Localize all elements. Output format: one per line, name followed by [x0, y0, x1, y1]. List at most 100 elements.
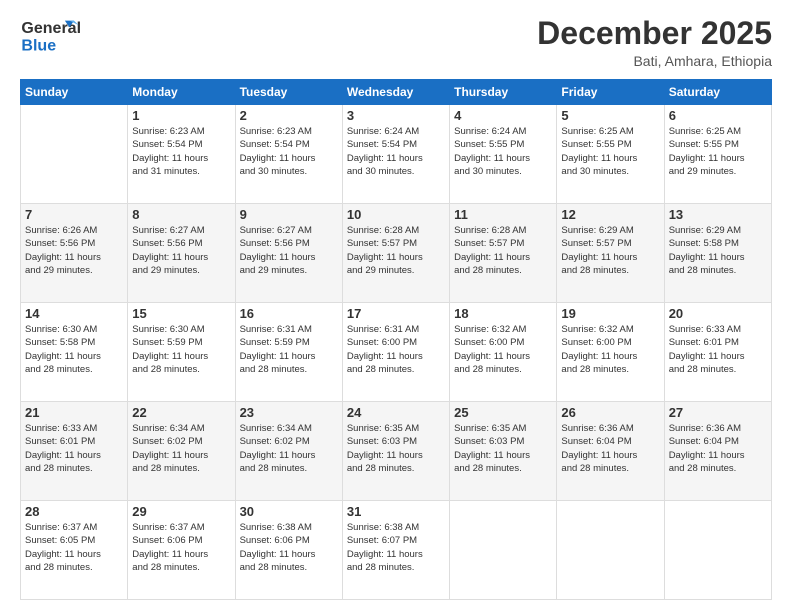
cell-w4-d5: 25 Sunrise: 6:35 AMSunset: 6:03 PMDayligh…: [450, 402, 557, 501]
cell-w5-d5: [450, 501, 557, 600]
day-number-19: 19: [561, 306, 659, 321]
cell-w5-d1: 28 Sunrise: 6:37 AMSunset: 6:05 PMDayligh…: [21, 501, 128, 600]
day-number-3: 3: [347, 108, 445, 123]
day-info-1: Sunrise: 6:23 AMSunset: 5:54 PMDaylight:…: [132, 125, 230, 178]
day-info-22: Sunrise: 6:34 AMSunset: 6:02 PMDaylight:…: [132, 422, 230, 475]
cell-w2-d6: 12Sunrise: 6:29 AMSunset: 5:57 PMDayligh…: [557, 204, 664, 303]
day-number-16: 16: [240, 306, 338, 321]
calendar-header-row: Sunday Monday Tuesday Wednesday Thursday…: [21, 80, 772, 105]
day-info-7: Sunrise: 6:26 AMSunset: 5:56 PMDaylight:…: [25, 224, 123, 277]
day-info-10: Sunrise: 6:28 AMSunset: 5:57 PMDaylight:…: [347, 224, 445, 277]
day-info-24: Sunrise: 6:35 AMSunset: 6:03 PMDaylight:…: [347, 422, 445, 475]
logo: GeneralBlue: [20, 16, 80, 56]
cell-w5-d6: [557, 501, 664, 600]
day-info-19: Sunrise: 6:32 AMSunset: 6:00 PMDaylight:…: [561, 323, 659, 376]
cell-w3-d7: 20 Sunrise: 6:33 AMSunset: 6:01 PMDayligh…: [664, 303, 771, 402]
day-number-30: 30: [240, 504, 338, 519]
calendar-table: Sunday Monday Tuesday Wednesday Thursday…: [20, 79, 772, 600]
day-info-21: Sunrise: 6:33 AMSunset: 6:01 PMDaylight:…: [25, 422, 123, 475]
cell-w4-d2: 22 Sunrise: 6:34 AMSunset: 6:02 PMDayligh…: [128, 402, 235, 501]
col-sunday: Sunday: [21, 80, 128, 105]
day-info-6: Sunrise: 6:25 AMSunset: 5:55 PMDaylight:…: [669, 125, 767, 178]
day-number-7: 7: [25, 207, 123, 222]
day-number-20: 20: [669, 306, 767, 321]
day-info-23: Sunrise: 6:34 AMSunset: 6:02 PMDaylight:…: [240, 422, 338, 475]
col-friday: Friday: [557, 80, 664, 105]
cell-w1-d3: 2 Sunrise: 6:23 AMSunset: 5:54 PMDaylight…: [235, 105, 342, 204]
day-info-25: Sunrise: 6:35 AMSunset: 6:03 PMDaylight:…: [454, 422, 552, 475]
week-row-1: 1Sunrise: 6:23 AMSunset: 5:54 PMDaylight…: [21, 105, 772, 204]
cell-w1-d5: 4 Sunrise: 6:24 AMSunset: 5:55 PMDaylight…: [450, 105, 557, 204]
cell-w3-d1: 14 Sunrise: 6:30 AMSunset: 5:58 PMDayligh…: [21, 303, 128, 402]
day-number-9: 9: [240, 207, 338, 222]
col-wednesday: Wednesday: [342, 80, 449, 105]
day-info-9: Sunrise: 6:27 AMSunset: 5:56 PMDaylight:…: [240, 224, 338, 277]
day-info-14: Sunrise: 6:30 AMSunset: 5:58 PMDaylight:…: [25, 323, 123, 376]
day-number-31: 31: [347, 504, 445, 519]
cell-w5-d2: 29Sunrise: 6:37 AMSunset: 6:06 PMDayligh…: [128, 501, 235, 600]
day-number-4: 4: [454, 108, 552, 123]
week-row-2: 7 Sunrise: 6:26 AMSunset: 5:56 PMDaylight…: [21, 204, 772, 303]
day-info-20: Sunrise: 6:33 AMSunset: 6:01 PMDaylight:…: [669, 323, 767, 376]
cell-w1-d1: [21, 105, 128, 204]
header: GeneralBlue December 2025 Bati, Amhara, …: [20, 16, 772, 69]
day-number-23: 23: [240, 405, 338, 420]
cell-w5-d3: 30 Sunrise: 6:38 AMSunset: 6:06 PMDayligh…: [235, 501, 342, 600]
day-number-28: 28: [25, 504, 123, 519]
cell-w2-d4: 10 Sunrise: 6:28 AMSunset: 5:57 PMDayligh…: [342, 204, 449, 303]
day-number-17: 17: [347, 306, 445, 321]
day-number-22: 22: [132, 405, 230, 420]
day-number-10: 10: [347, 207, 445, 222]
cell-w4-d3: 23 Sunrise: 6:34 AMSunset: 6:02 PMDayligh…: [235, 402, 342, 501]
cell-w2-d5: 11 Sunrise: 6:28 AMSunset: 5:57 PMDayligh…: [450, 204, 557, 303]
day-info-3: Sunrise: 6:24 AMSunset: 5:54 PMDaylight:…: [347, 125, 445, 178]
day-number-6: 6: [669, 108, 767, 123]
day-info-28: Sunrise: 6:37 AMSunset: 6:05 PMDaylight:…: [25, 521, 123, 574]
day-info-16: Sunrise: 6:31 AMSunset: 5:59 PMDaylight:…: [240, 323, 338, 376]
cell-w5-d4: 31Sunrise: 6:38 AMSunset: 6:07 PMDayligh…: [342, 501, 449, 600]
cell-w4-d4: 24 Sunrise: 6:35 AMSunset: 6:03 PMDayligh…: [342, 402, 449, 501]
title-block: December 2025 Bati, Amhara, Ethiopia: [537, 16, 772, 69]
day-info-27: Sunrise: 6:36 AMSunset: 6:04 PMDaylight:…: [669, 422, 767, 475]
week-row-3: 14 Sunrise: 6:30 AMSunset: 5:58 PMDayligh…: [21, 303, 772, 402]
cell-w5-d7: [664, 501, 771, 600]
day-number-21: 21: [25, 405, 123, 420]
day-number-13: 13: [669, 207, 767, 222]
col-monday: Monday: [128, 80, 235, 105]
week-row-5: 28 Sunrise: 6:37 AMSunset: 6:05 PMDayligh…: [21, 501, 772, 600]
day-info-11: Sunrise: 6:28 AMSunset: 5:57 PMDaylight:…: [454, 224, 552, 277]
day-number-2: 2: [240, 108, 338, 123]
day-number-8: 8: [132, 207, 230, 222]
cell-w2-d2: 8 Sunrise: 6:27 AMSunset: 5:56 PMDaylight…: [128, 204, 235, 303]
cell-w3-d5: 18 Sunrise: 6:32 AMSunset: 6:00 PMDayligh…: [450, 303, 557, 402]
cell-w3-d2: 15 Sunrise: 6:30 AMSunset: 5:59 PMDayligh…: [128, 303, 235, 402]
day-number-5: 5: [561, 108, 659, 123]
cell-w4-d6: 26Sunrise: 6:36 AMSunset: 6:04 PMDayligh…: [557, 402, 664, 501]
day-number-24: 24: [347, 405, 445, 420]
day-info-8: Sunrise: 6:27 AMSunset: 5:56 PMDaylight:…: [132, 224, 230, 277]
month-title: December 2025: [537, 16, 772, 51]
day-info-5: Sunrise: 6:25 AMSunset: 5:55 PMDaylight:…: [561, 125, 659, 178]
day-number-11: 11: [454, 207, 552, 222]
day-info-13: Sunrise: 6:29 AMSunset: 5:58 PMDaylight:…: [669, 224, 767, 277]
day-info-4: Sunrise: 6:24 AMSunset: 5:55 PMDaylight:…: [454, 125, 552, 178]
day-info-12: Sunrise: 6:29 AMSunset: 5:57 PMDaylight:…: [561, 224, 659, 277]
day-number-26: 26: [561, 405, 659, 420]
cell-w3-d6: 19 Sunrise: 6:32 AMSunset: 6:00 PMDayligh…: [557, 303, 664, 402]
page: GeneralBlue December 2025 Bati, Amhara, …: [0, 0, 792, 612]
day-number-14: 14: [25, 306, 123, 321]
svg-text:Blue: Blue: [21, 37, 56, 54]
cell-w2-d3: 9 Sunrise: 6:27 AMSunset: 5:56 PMDaylight…: [235, 204, 342, 303]
cell-w2-d1: 7 Sunrise: 6:26 AMSunset: 5:56 PMDaylight…: [21, 204, 128, 303]
day-info-15: Sunrise: 6:30 AMSunset: 5:59 PMDaylight:…: [132, 323, 230, 376]
cell-w4-d1: 21 Sunrise: 6:33 AMSunset: 6:01 PMDayligh…: [21, 402, 128, 501]
day-number-18: 18: [454, 306, 552, 321]
day-info-17: Sunrise: 6:31 AMSunset: 6:00 PMDaylight:…: [347, 323, 445, 376]
day-number-15: 15: [132, 306, 230, 321]
day-info-29: Sunrise: 6:37 AMSunset: 6:06 PMDaylight:…: [132, 521, 230, 574]
col-tuesday: Tuesday: [235, 80, 342, 105]
day-info-30: Sunrise: 6:38 AMSunset: 6:06 PMDaylight:…: [240, 521, 338, 574]
day-info-2: Sunrise: 6:23 AMSunset: 5:54 PMDaylight:…: [240, 125, 338, 178]
day-info-18: Sunrise: 6:32 AMSunset: 6:00 PMDaylight:…: [454, 323, 552, 376]
day-number-25: 25: [454, 405, 552, 420]
